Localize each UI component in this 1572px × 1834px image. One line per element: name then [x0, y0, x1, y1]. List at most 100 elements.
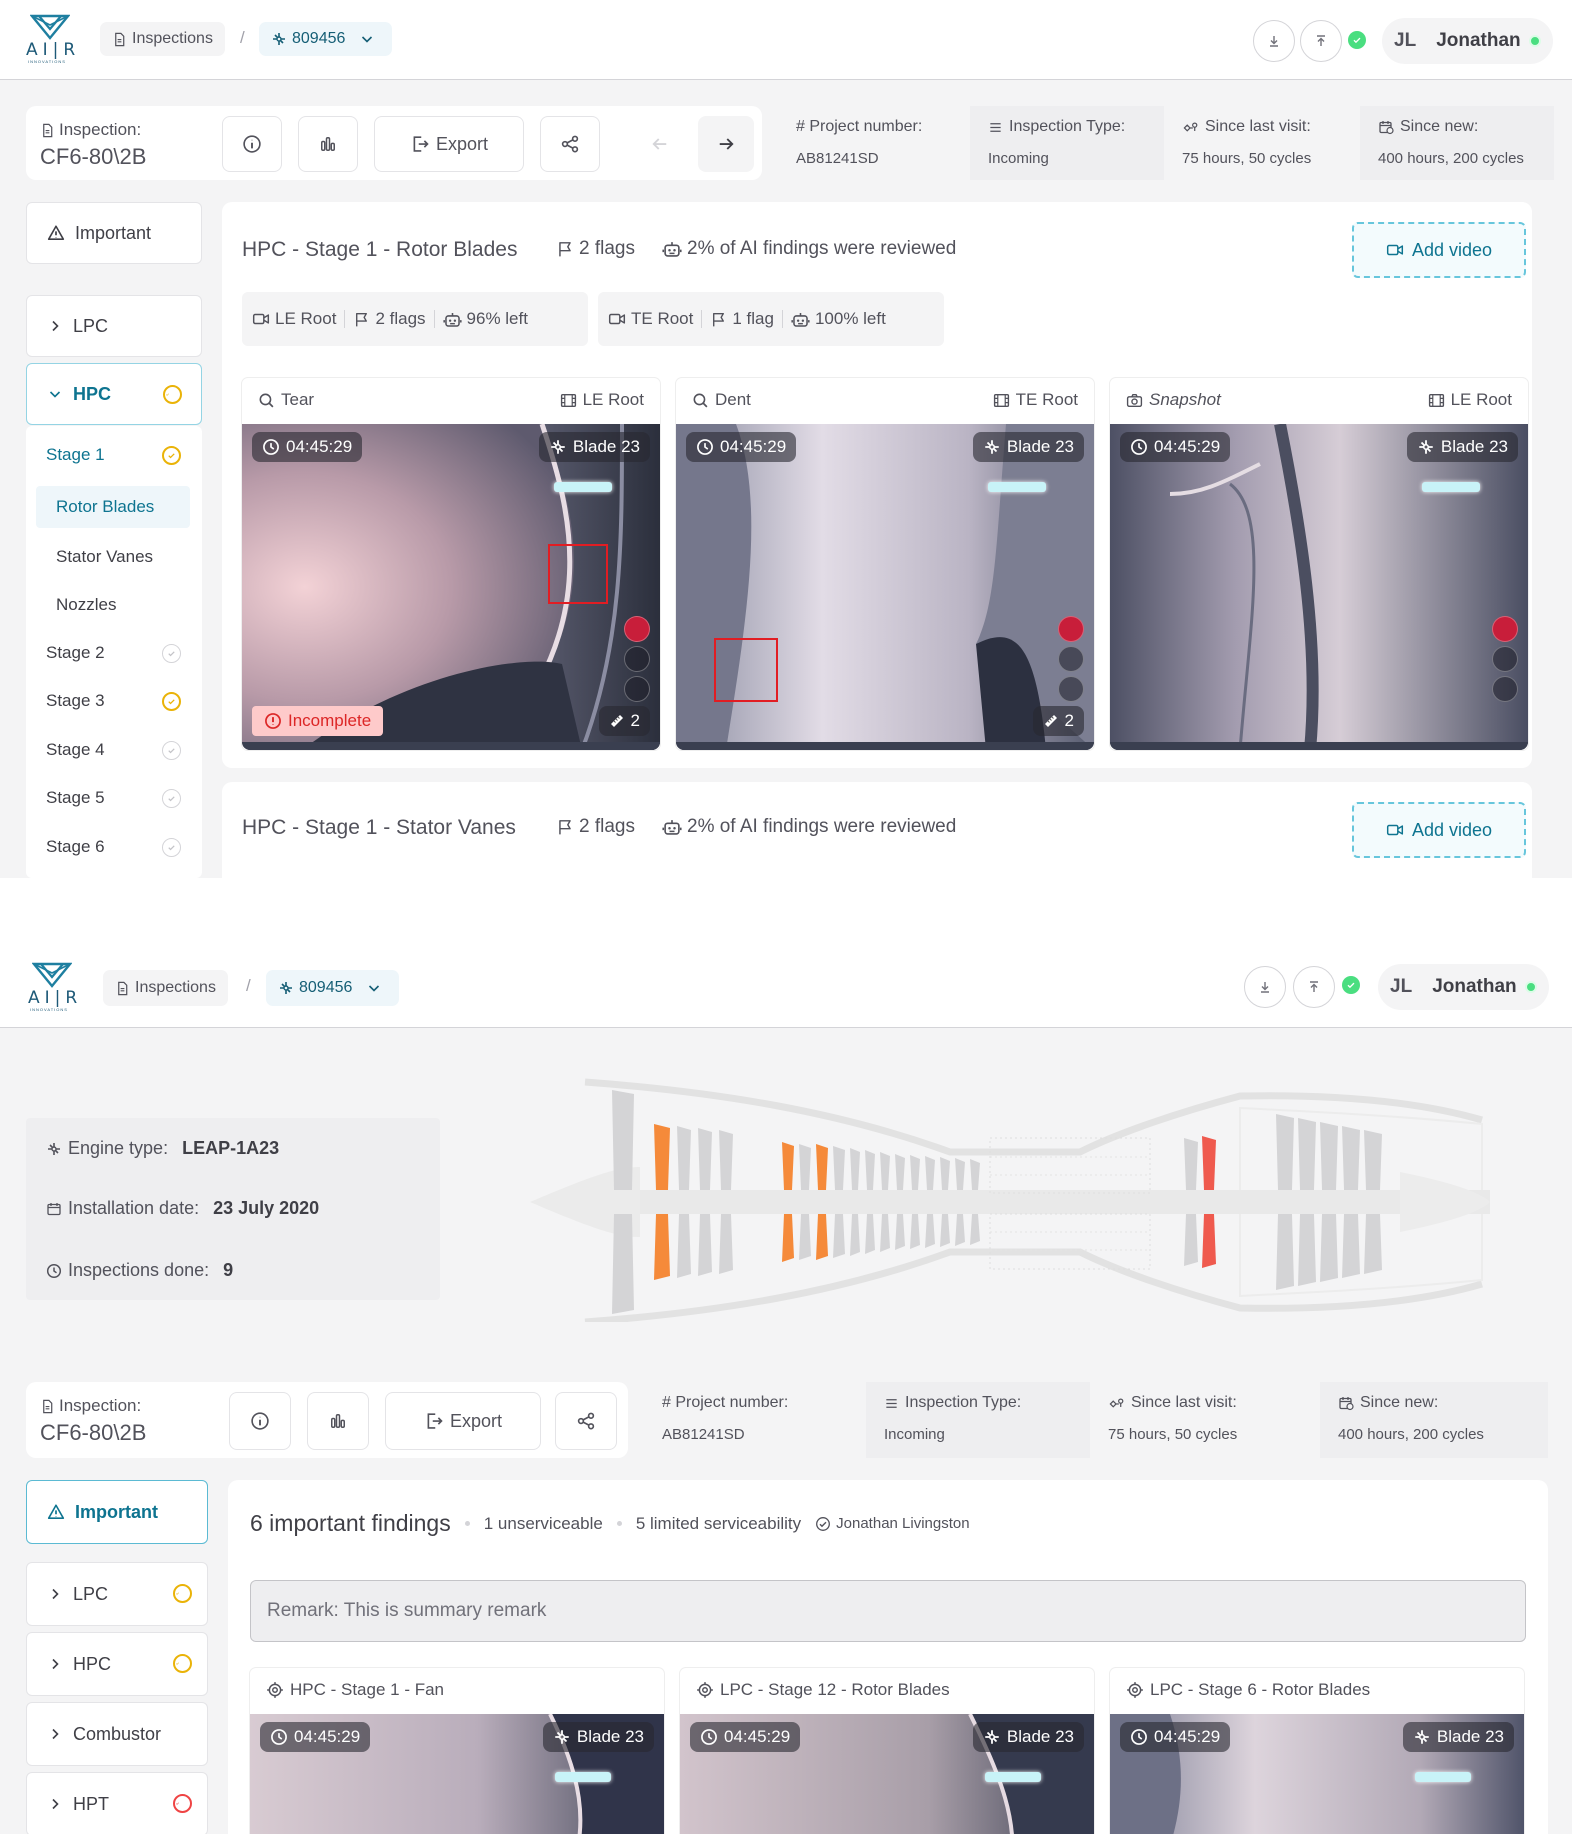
finding-card[interactable]: Snapshot LE Root 04:45:29 Blade 23: [1110, 378, 1528, 750]
sidebar-item-stator-vanes[interactable]: Stator Vanes: [26, 536, 202, 578]
filter-le-root[interactable]: LE Root 2 flags 96% left: [242, 292, 588, 346]
important-finding-card[interactable]: LPC - Stage 12 - Rotor Blades 04:45:29 B…: [680, 1668, 1094, 1834]
sidebar-item-stage-4[interactable]: Stage 4: [26, 729, 202, 771]
blade-row-lower[interactable]: [940, 1214, 950, 1247]
blade-row-lower[interactable]: [799, 1214, 811, 1260]
blade-row-lower[interactable]: [865, 1214, 875, 1254]
sidebar-item-lpc[interactable]: LPC: [26, 1562, 208, 1626]
app-logo[interactable]: AI|R INNOVATIONS: [24, 12, 78, 64]
sidebar-item-rotor-blades[interactable]: Rotor Blades: [36, 486, 190, 528]
finding-card[interactable]: Tear LE Root 04:45:29 Blade 23 Incomplet…: [242, 378, 660, 750]
user-menu[interactable]: JL Jonathan: [1382, 18, 1553, 64]
finding-card[interactable]: Dent TE Root 04:45:29 Blade 23 2: [676, 378, 1094, 750]
blade-row-lower[interactable]: [895, 1214, 905, 1250]
finding-image[interactable]: 04:45:29 Blade 23: [1110, 424, 1528, 750]
blade-row-upper[interactable]: [895, 1154, 905, 1190]
blade-row-upper[interactable]: [1298, 1118, 1316, 1190]
blade-row-lower[interactable]: [1276, 1214, 1294, 1290]
blade-row-upper[interactable]: [654, 1124, 670, 1190]
blade-row-lower[interactable]: [782, 1214, 794, 1262]
blade-row-upper[interactable]: [865, 1150, 875, 1190]
sidebar-item-stage-2[interactable]: Stage 2: [26, 632, 202, 674]
share-button[interactable]: [540, 116, 600, 172]
add-video-button[interactable]: Add video: [1352, 222, 1526, 278]
upload-button[interactable]: [1300, 20, 1342, 62]
blade-row-lower[interactable]: [925, 1214, 935, 1248]
blade-row-lower[interactable]: [1342, 1214, 1360, 1278]
blade-row-upper[interactable]: [816, 1144, 828, 1190]
blade-row-lower[interactable]: [816, 1214, 828, 1260]
blade-row-upper[interactable]: [833, 1146, 845, 1190]
breadcrumb-inspections[interactable]: Inspections: [103, 970, 228, 1006]
sidebar-item-hpc[interactable]: HPC: [26, 363, 202, 425]
sidebar-item-nozzles[interactable]: Nozzles: [26, 584, 202, 626]
blade-row-upper[interactable]: [1342, 1126, 1360, 1190]
finding-image[interactable]: 04:45:29 Blade 23: [1110, 1714, 1524, 1834]
statistics-button[interactable]: [298, 116, 358, 172]
sidebar-item-lpc[interactable]: LPC: [26, 295, 202, 357]
blade-row-lower[interactable]: [698, 1214, 712, 1276]
blade-row-upper[interactable]: [1202, 1136, 1216, 1190]
blade-row-lower[interactable]: [955, 1214, 965, 1246]
export-button[interactable]: Export: [374, 116, 524, 172]
info-button[interactable]: [222, 116, 282, 172]
important-filter-button[interactable]: Important: [26, 202, 202, 264]
upload-button[interactable]: [1293, 966, 1335, 1008]
blade-row-upper[interactable]: [1184, 1138, 1198, 1190]
blade-row-lower[interactable]: [612, 1214, 634, 1314]
record-control[interactable]: [1492, 616, 1518, 642]
blade-row-upper[interactable]: [1320, 1122, 1338, 1190]
sidebar-item-combustor[interactable]: Combustor: [26, 1702, 208, 1766]
user-menu[interactable]: JL Jonathan: [1378, 964, 1549, 1010]
blade-row-upper[interactable]: [940, 1157, 950, 1190]
blade-row-upper[interactable]: [799, 1144, 811, 1190]
engine-cross-section-diagram[interactable]: [520, 1072, 1490, 1322]
back-control[interactable]: [1058, 676, 1084, 702]
previous-button[interactable]: [632, 116, 688, 172]
defect-marker[interactable]: [548, 544, 608, 604]
blade-row-lower[interactable]: [833, 1214, 845, 1258]
blade-row-upper[interactable]: [782, 1142, 794, 1190]
blade-row-upper[interactable]: [1276, 1114, 1294, 1190]
blade-row-lower[interactable]: [1184, 1214, 1198, 1266]
statistics-button[interactable]: [307, 1392, 369, 1450]
important-finding-card[interactable]: LPC - Stage 6 - Rotor Blades 04:45:29 Bl…: [1110, 1668, 1524, 1834]
breadcrumb-serial-dropdown[interactable]: 809456: [266, 970, 400, 1006]
blade-row-lower[interactable]: [1298, 1214, 1316, 1286]
blade-row-upper[interactable]: [955, 1158, 965, 1190]
info-button[interactable]: [229, 1392, 291, 1450]
app-logo[interactable]: AI|R INNOVATIONS: [26, 960, 80, 1012]
finding-image[interactable]: 04:45:29 Blade 23: [680, 1714, 1094, 1834]
blade-row-upper[interactable]: [1364, 1130, 1382, 1190]
share-button[interactable]: [555, 1392, 617, 1450]
export-button[interactable]: Export: [385, 1392, 541, 1450]
blade-row-upper[interactable]: [850, 1148, 860, 1190]
finding-image[interactable]: 04:45:29 Blade 23 Incomplete 2: [242, 424, 660, 750]
blade-row-lower[interactable]: [850, 1214, 860, 1256]
blade-row-lower[interactable]: [654, 1214, 670, 1280]
blade-row-upper[interactable]: [925, 1156, 935, 1190]
summary-remark-field[interactable]: Remark: This is summary remark: [250, 1580, 1526, 1642]
save-control[interactable]: [1058, 646, 1084, 672]
blade-row-upper[interactable]: [970, 1159, 980, 1190]
sidebar-item-hpt[interactable]: HPT: [26, 1772, 208, 1834]
blade-row-lower[interactable]: [1364, 1214, 1382, 1274]
finding-image[interactable]: 04:45:29 Blade 23: [250, 1714, 664, 1834]
breadcrumb-serial-dropdown[interactable]: 809456: [259, 22, 393, 56]
sidebar-item-hpc[interactable]: HPC: [26, 1632, 208, 1696]
blade-row-lower[interactable]: [880, 1214, 890, 1252]
blade-row-upper[interactable]: [880, 1152, 890, 1190]
blade-row-lower[interactable]: [970, 1214, 980, 1245]
blade-row-upper[interactable]: [719, 1130, 733, 1190]
record-control[interactable]: [624, 616, 650, 642]
blade-row-lower[interactable]: [719, 1214, 733, 1274]
blade-row-lower[interactable]: [1202, 1214, 1216, 1268]
blade-row-upper[interactable]: [612, 1090, 634, 1190]
filter-te-root[interactable]: TE Root 1 flag 100% left: [598, 292, 944, 346]
defect-marker[interactable]: [714, 638, 778, 702]
important-finding-card[interactable]: HPC - Stage 1 - Fan 04:45:29 Blade 23: [250, 1668, 664, 1834]
sidebar-item-stage-6[interactable]: Stage 6: [26, 826, 202, 868]
sidebar-item-stage-3[interactable]: Stage 3: [26, 680, 202, 722]
blade-row-upper[interactable]: [698, 1128, 712, 1190]
back-control[interactable]: [624, 676, 650, 702]
